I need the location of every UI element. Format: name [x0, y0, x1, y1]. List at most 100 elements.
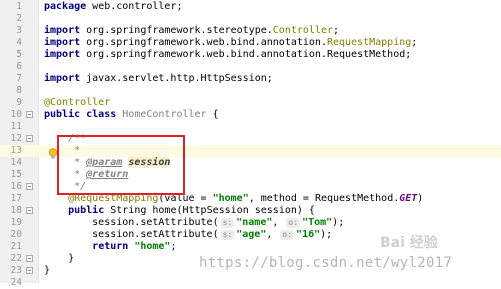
code-token: return	[92, 241, 129, 252]
line-number: 23	[10, 265, 22, 276]
javadoc-highlight-box	[57, 135, 185, 195]
code-token: web.controller;	[86, 1, 183, 12]
parameter-hint: o:	[280, 230, 295, 240]
fold-toggle-icon[interactable]	[26, 111, 33, 118]
line-number: 21	[10, 241, 22, 252]
code-token: public	[68, 205, 105, 216]
code-text: return "home";	[44, 241, 176, 253]
code-token: org.springframework.web.bind.annotation.	[80, 37, 327, 48]
parameter-hint: o:	[286, 218, 301, 228]
code-line[interactable]: 8	[0, 85, 501, 97]
code-line[interactable]: 2	[0, 13, 501, 25]
code-text: }	[44, 253, 74, 265]
line-number: 20	[10, 229, 22, 240]
fold-toggle-icon[interactable]	[26, 255, 33, 262]
line-number: 10	[10, 109, 22, 120]
line-number: 5	[16, 49, 22, 60]
line-number: 13	[10, 145, 22, 156]
code-text: import org.springframework.web.bind.anno…	[44, 49, 411, 61]
code-token: GET	[399, 193, 418, 204]
baidu-watermark-text: Bai 经验	[380, 235, 438, 251]
code-token: session.setAttribute(	[44, 217, 219, 228]
line-number: 1	[16, 1, 22, 12]
code-text: package web.controller;	[44, 1, 182, 13]
code-token: org.springframework.web.bind.annotation.…	[80, 49, 412, 60]
code-token: );	[320, 229, 333, 240]
code-line[interactable]: 24	[0, 277, 501, 289]
parameter-hint: s:	[220, 218, 235, 228]
code-token: ;	[170, 241, 177, 252]
line-number: 9	[16, 97, 22, 108]
code-token: "16"	[296, 229, 321, 240]
code-token: }	[44, 265, 51, 276]
code-text: session.setAttribute(s: "age", o: "16");	[44, 229, 332, 241]
line-number: 17	[10, 193, 22, 204]
line-number: 3	[16, 25, 22, 36]
line-number: 2	[16, 13, 22, 24]
line-number: 22	[10, 253, 22, 264]
code-line[interactable]: 19 session.setAttribute(s: "name", o: "Tom…	[0, 217, 501, 229]
code-token: )	[417, 193, 424, 204]
code-line[interactable]: 7 import javax.servlet.http.HttpSession;	[0, 73, 501, 85]
code-line[interactable]: 3 import org.springframework.stereotype.C…	[0, 25, 501, 37]
code-line[interactable]: 11	[0, 121, 501, 133]
line-number: 12	[10, 133, 22, 144]
code-text: }	[44, 265, 50, 277]
code-token: import	[44, 37, 81, 48]
code-token: "Tom"	[302, 217, 333, 228]
code-text: import org.springframework.web.bind.anno…	[44, 37, 417, 49]
code-token: @Controller	[44, 97, 111, 108]
line-number: 4	[16, 37, 22, 48]
code-line[interactable]: 1 package web.controller;	[0, 1, 501, 13]
code-token: ,	[266, 229, 279, 240]
code-line[interactable]: 18 public String home(HttpSession sessio…	[0, 205, 501, 217]
code-token: org.springframework.stereotype.	[80, 25, 273, 36]
code-token: Controller	[272, 25, 333, 36]
parameter-hint: s:	[220, 230, 235, 240]
code-token: "home"	[212, 193, 249, 204]
code-token: ;	[411, 37, 418, 48]
code-token: import	[44, 25, 81, 36]
code-text: import org.springframework.stereotype.Co…	[44, 25, 339, 37]
code-token: import	[44, 49, 81, 60]
code-line[interactable]: 9 @Controller	[0, 97, 501, 109]
line-number: 16	[10, 181, 22, 192]
code-token: public class	[44, 109, 117, 120]
line-number: 6	[16, 61, 22, 72]
code-token: package	[44, 1, 87, 12]
code-token: ;	[333, 25, 340, 36]
line-number: 14	[10, 157, 22, 168]
fold-toggle-icon[interactable]	[26, 135, 33, 142]
code-token: "home"	[134, 241, 171, 252]
code-token: , method = RequestMethod.	[248, 193, 400, 204]
code-token: );	[332, 217, 345, 228]
line-number: 15	[10, 169, 22, 180]
fold-toggle-icon[interactable]	[26, 207, 33, 214]
code-line[interactable]: 6	[0, 61, 501, 73]
code-token: "age"	[236, 229, 267, 240]
line-number: 24	[10, 277, 22, 288]
code-line[interactable]: 5 import org.springframework.web.bind.ann…	[0, 49, 501, 61]
code-line[interactable]: 10 public class HomeController {	[0, 109, 501, 121]
line-number: 18	[10, 205, 22, 216]
code-token: session.setAttribute(	[44, 229, 219, 240]
code-token: }	[44, 253, 75, 264]
code-token: javax.servlet.http.HttpSession;	[80, 73, 273, 84]
code-token: HomeController	[122, 109, 207, 120]
fold-toggle-icon[interactable]	[26, 183, 33, 190]
code-text: import javax.servlet.http.HttpSession;	[44, 73, 273, 85]
line-number: 7	[16, 73, 22, 84]
line-number: 11	[10, 121, 22, 132]
code-token: import	[44, 73, 81, 84]
code-token: String home(HttpSession session) {	[104, 205, 315, 216]
fold-toggle-icon[interactable]	[26, 267, 33, 274]
code-line[interactable]: 4 import org.springframework.web.bind.ann…	[0, 37, 501, 49]
code-token: ,	[272, 217, 285, 228]
line-number: 8	[16, 85, 22, 96]
line-number: 19	[10, 217, 22, 228]
code-text: public String home(HttpSession session) …	[44, 205, 315, 217]
code-text: @Controller	[44, 97, 110, 109]
code-editor[interactable]: 1 package web.controller; 2 3 import org.spr…	[0, 0, 501, 288]
